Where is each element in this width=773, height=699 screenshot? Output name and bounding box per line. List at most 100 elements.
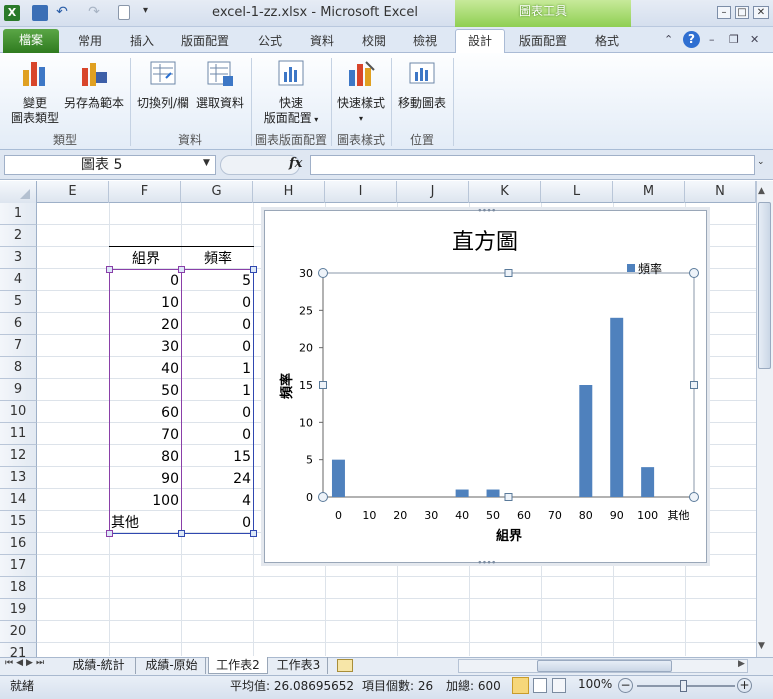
bin-cell[interactable]: 90 [111,468,179,490]
bin-cell[interactable]: 80 [111,446,179,468]
bin-cell[interactable]: 20 [111,314,179,336]
row-header[interactable]: 12 [0,445,37,467]
insert-function-icon[interactable]: fx [289,156,302,171]
bin-cell[interactable]: 40 [111,358,179,380]
frequency-cell[interactable]: 5 [183,270,251,292]
save-icon[interactable] [32,5,48,21]
wb-minimize-icon[interactable]: – [709,33,715,46]
bin-cell[interactable]: 100 [111,490,179,512]
tab-home[interactable]: 常用 [68,30,112,53]
plot-area[interactable]: 0 5 10 15 20 25 30 0 10 20 30 40 50 60 70 80 90 100 其他 [299,267,699,522]
chart-resize-handle-top[interactable]: ∙∙∙∙ [477,206,497,216]
sheet-tab-active[interactable]: 工作表2 [208,657,268,674]
range-handle[interactable] [250,266,257,273]
minimize-ribbon-icon[interactable]: ⌃ [664,33,673,46]
frequency-cell[interactable]: 0 [183,336,251,358]
column-header-g[interactable]: G [181,181,253,203]
frequency-cell[interactable]: 0 [183,424,251,446]
undo-icon[interactable]: ↶ [54,5,70,21]
header-bin[interactable]: 組界 [110,248,182,270]
change-chart-type-button[interactable]: 變更 圖表類型 [8,58,62,126]
row-header[interactable]: 5 [0,291,37,313]
y-axis-title[interactable]: 頻率 [279,373,295,399]
excel-logo-icon[interactable]: X [4,5,20,21]
sheet-tab[interactable]: 成績-原始 [138,657,206,674]
horizontal-scroll-thumb[interactable] [537,660,672,672]
frequency-cell[interactable]: 1 [183,380,251,402]
row-header[interactable]: 8 [0,357,37,379]
frequency-cell[interactable]: 15 [183,446,251,468]
restore-icon[interactable]: □ [735,6,749,19]
tab-review[interactable]: 校閱 [352,30,396,53]
tab-view[interactable]: 檢視 [403,30,447,53]
row-header[interactable]: 7 [0,335,37,357]
frequency-cell[interactable]: 0 [183,292,251,314]
frequency-cell[interactable]: 0 [183,314,251,336]
formula-divider[interactable] [220,155,300,175]
wb-restore-icon[interactable]: ❐ [729,33,739,46]
minimize-icon[interactable]: – [717,6,731,19]
column-header-i[interactable]: I [325,181,397,203]
row-header[interactable]: 16 [0,533,37,555]
row-header[interactable]: 6 [0,313,37,335]
bin-cell[interactable]: 30 [111,336,179,358]
row-header[interactable]: 18 [0,577,37,599]
chart-resize-handle-bottom[interactable]: ∙∙∙∙ [477,558,497,568]
sheet-tab[interactable]: 工作表3 [270,657,328,674]
column-header-l[interactable]: L [541,181,613,203]
row-header[interactable]: 20 [0,621,37,643]
column-header-j[interactable]: J [397,181,469,203]
scroll-down-icon[interactable]: ▼ [758,641,765,651]
help-icon[interactable]: ? [683,31,700,48]
move-chart-button[interactable]: 移動圖表 [394,58,450,111]
row-header[interactable]: 9 [0,379,37,401]
tab-file[interactable]: 檔案 [3,29,59,53]
frequency-cell[interactable]: 1 [183,358,251,380]
tab-formulas[interactable]: 公式 [248,30,292,53]
quick-layout-button[interactable]: 快速 版面配置 ▾ [256,58,326,127]
new-file-icon[interactable] [118,5,130,20]
row-header[interactable]: 2 [0,225,37,247]
normal-view-icon[interactable] [512,677,529,694]
tab-data[interactable]: 資料 [300,30,344,53]
tab-page-layout[interactable]: 版面配置 [172,30,238,53]
bin-cell[interactable]: 其他 [111,512,179,534]
customize-qat-icon[interactable]: ▾ [143,5,159,21]
frequency-cell[interactable]: 4 [183,490,251,512]
tab-format[interactable]: 格式 [585,30,629,53]
sheet-tab[interactable]: 成績-統計 [62,657,136,674]
row-header[interactable]: 10 [0,401,37,423]
select-all-button[interactable] [0,181,37,203]
header-frequency[interactable]: 頻率 [182,248,254,270]
chart-title[interactable]: 直方圖 [452,230,518,255]
zoom-slider-thumb[interactable] [680,680,687,692]
zoom-out-icon[interactable]: − [618,678,633,693]
bin-cell[interactable]: 10 [111,292,179,314]
row-header[interactable]: 11 [0,423,37,445]
scroll-right-icon[interactable]: ▶ [738,659,745,669]
row-header[interactable]: 13 [0,467,37,489]
insert-sheet-icon[interactable] [337,659,353,672]
column-header-h[interactable]: H [253,181,325,203]
frequency-cell[interactable]: 0 [183,402,251,424]
redo-icon[interactable]: ↷ [86,5,102,21]
formula-input[interactable] [310,155,755,175]
bin-cell[interactable]: 0 [111,270,179,292]
page-layout-view-icon[interactable] [533,678,547,693]
chart-object[interactable]: 直方圖 組界 頻率 0 5 10 15 20 25 30 0 10 20 30 40 50 60 70 80 9… [264,210,707,563]
select-data-button[interactable]: 選取資料 [193,58,247,111]
row-header[interactable]: 4 [0,269,37,291]
row-header[interactable]: 14 [0,489,37,511]
row-header[interactable]: 15 [0,511,37,533]
row-header[interactable]: 3 [0,247,37,269]
tab-insert[interactable]: 插入 [120,30,164,53]
name-box[interactable]: 圖表 5 [4,155,216,175]
column-header-f[interactable]: F [109,181,181,203]
column-header-e[interactable]: E [37,181,109,203]
name-box-dropdown-icon[interactable]: ▼ [203,158,210,168]
vertical-scroll-thumb[interactable] [758,202,771,369]
bin-cell[interactable]: 70 [111,424,179,446]
legend-entry[interactable]: 頻率 [638,261,662,276]
close-icon[interactable]: ✕ [753,6,769,19]
frequency-cell[interactable]: 24 [183,468,251,490]
